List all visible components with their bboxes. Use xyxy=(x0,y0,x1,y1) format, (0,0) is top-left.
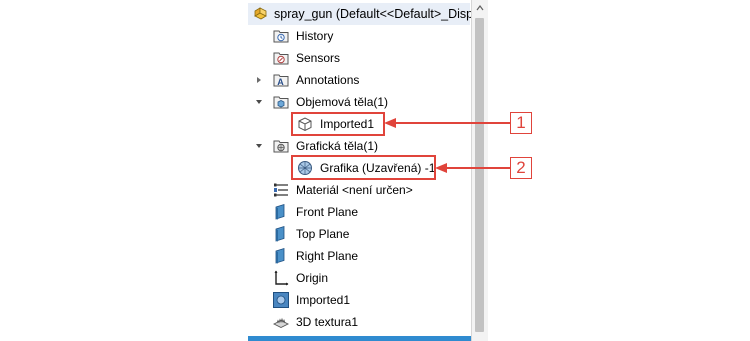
tree-item-sensors[interactable]: Sensors xyxy=(248,47,470,69)
tree-item-label: Front Plane xyxy=(296,205,359,219)
callout-number-2: 2 xyxy=(510,157,532,179)
tree-item-3d-texture[interactable]: 3D textura1 xyxy=(248,311,470,333)
tree-item-label: Top Plane xyxy=(296,227,350,241)
plane-icon xyxy=(272,247,290,265)
tree-item-label: Right Plane xyxy=(296,249,359,263)
callout-arrow-1 xyxy=(384,118,510,128)
part-icon xyxy=(252,5,270,23)
expand-arrow-icon[interactable] xyxy=(254,75,264,85)
tree-root[interactable]: spray_gun (Default<<Default>_Displa xyxy=(248,3,483,25)
selection-bar xyxy=(248,336,471,341)
tree-item-solid-bodies[interactable]: Objemová těla(1) xyxy=(248,91,470,113)
highlight-box-2 xyxy=(291,155,436,180)
callout-number-1: 1 xyxy=(510,112,532,134)
tree-item-annotations[interactable]: A Annotations xyxy=(248,69,470,91)
origin-icon xyxy=(272,269,290,287)
tree-item-label: Origin xyxy=(296,271,329,285)
solid-bodies-folder-icon xyxy=(272,93,290,111)
sensors-folder-icon xyxy=(272,49,290,67)
highlight-box-1 xyxy=(291,112,385,136)
tree-item-label: History xyxy=(296,29,334,43)
tree-item-front-plane[interactable]: Front Plane xyxy=(248,201,470,223)
scroll-up-icon[interactable] xyxy=(472,0,488,16)
tree-item-imported-feature[interactable]: Imported1 xyxy=(248,289,470,311)
collapse-arrow-icon[interactable] xyxy=(254,97,264,107)
callout-arrow-2 xyxy=(435,163,510,173)
tree-item-label: 3D textura1 xyxy=(296,315,359,329)
tree-item-material[interactable]: Materiál <není určen> xyxy=(248,179,470,201)
graphics-bodies-folder-icon xyxy=(272,137,290,155)
tree-item-right-plane[interactable]: Right Plane xyxy=(248,245,470,267)
material-icon xyxy=(272,181,290,199)
tree-item-origin[interactable]: Origin xyxy=(248,267,470,289)
plane-icon xyxy=(272,203,290,221)
tree-root-label: spray_gun (Default<<Default>_Displa xyxy=(274,7,483,21)
3d-texture-icon xyxy=(272,313,290,331)
tree-item-top-plane[interactable]: Top Plane xyxy=(248,223,470,245)
history-folder-icon xyxy=(272,27,290,45)
tree-item-label: Imported1 xyxy=(296,293,351,307)
tree-item-history[interactable]: History xyxy=(248,25,470,47)
tree-item-label: Objemová těla(1) xyxy=(296,95,389,109)
scrollbar-thumb[interactable] xyxy=(475,18,484,332)
plane-icon xyxy=(272,225,290,243)
tree-item-label: Grafická těla(1) xyxy=(296,139,379,153)
tree-item-label: Sensors xyxy=(296,51,341,65)
imported-feature-icon xyxy=(272,291,290,309)
collapse-arrow-icon[interactable] xyxy=(254,141,264,151)
tree-item-label: Annotations xyxy=(296,73,360,87)
tree-item-label: Materiál <není určen> xyxy=(296,183,413,197)
tree-item-graphics-bodies[interactable]: Grafická těla(1) xyxy=(248,135,470,157)
annotations-icon: A xyxy=(272,71,290,89)
svg-text:A: A xyxy=(277,77,284,87)
